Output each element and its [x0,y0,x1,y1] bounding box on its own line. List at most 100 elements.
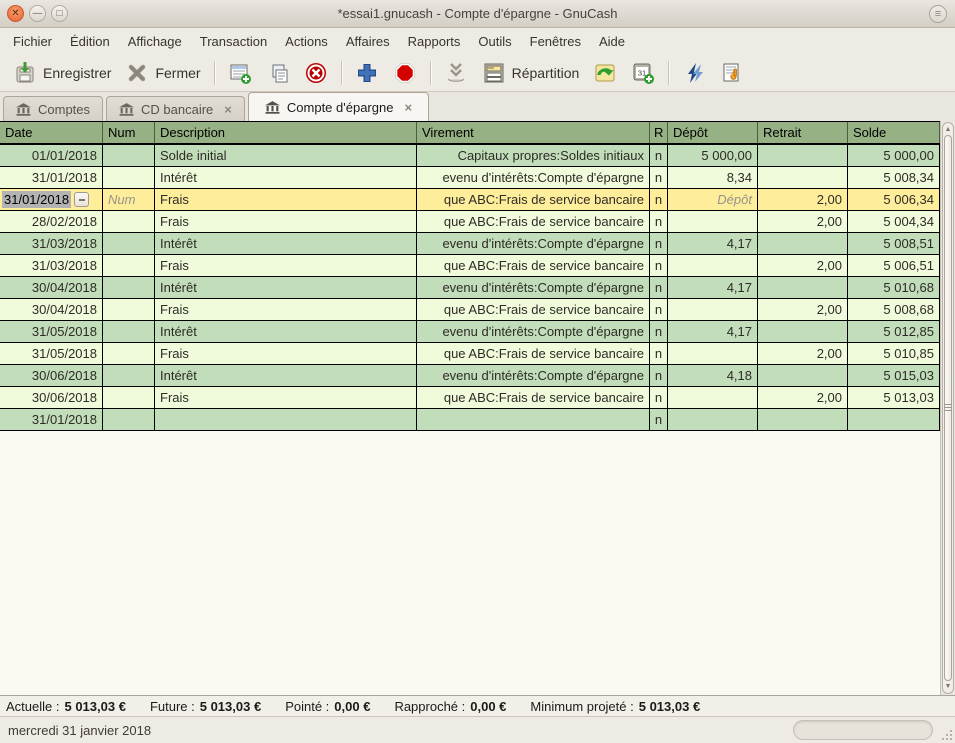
date-picker-button[interactable] [74,192,89,207]
cell-description[interactable]: Solde initial [155,145,417,166]
table-row-selected[interactable]: 31/01/2018 Num Frais que ABC:Frais de se… [0,189,940,211]
cell-virement[interactable]: evenu d'intérêts:Compte d'épargne [417,167,650,188]
cell-reconcile[interactable]: n [650,365,668,386]
schedule-button[interactable]: 31 [626,58,660,88]
table-row[interactable]: 31/03/2018 Intérêt evenu d'intérêts:Comp… [0,233,940,255]
cell-num[interactable] [103,145,155,166]
cell-retrait[interactable] [758,167,848,188]
cell-virement[interactable]: que ABC:Frais de service bancaire [417,343,650,364]
cell-retrait[interactable]: 2,00 [758,343,848,364]
date-edit-value[interactable]: 31/01/2018 [2,191,71,208]
cell-retrait[interactable]: 2,00 [758,299,848,320]
tab-close-icon[interactable]: × [224,102,232,117]
tab-close-icon[interactable]: × [404,100,412,115]
table-row-blank[interactable]: 31/01/2018 n [0,409,940,431]
tab-comptes[interactable]: Comptes [3,96,103,121]
cell-date[interactable]: 01/01/2018 [0,145,103,166]
cell-description[interactable] [155,409,417,430]
cell-retrait[interactable] [758,277,848,298]
cell-reconcile[interactable]: n [650,387,668,408]
menu-fichier[interactable]: Fichier [4,30,61,53]
cell-depot[interactable]: 4,17 [668,277,758,298]
cell-num[interactable] [103,409,155,430]
cell-num[interactable] [103,277,155,298]
cell-date[interactable]: 30/06/2018 [0,387,103,408]
cell-depot[interactable] [668,409,758,430]
cell-num[interactable] [103,255,155,276]
cell-solde[interactable]: 5 013,03 [848,387,940,408]
cell-reconcile[interactable]: n [650,211,668,232]
cell-reconcile[interactable]: n [650,189,668,210]
cell-virement[interactable]: que ABC:Frais de service bancaire [417,211,650,232]
cell-reconcile[interactable]: n [650,167,668,188]
menu-affichage[interactable]: Affichage [119,30,191,53]
cell-virement[interactable]: Capitaux propres:Soldes initiaux [417,145,650,166]
titlebar[interactable]: ✕ — □ *essai1.gnucash - Compte d'épargne… [0,0,955,28]
close-tab-button[interactable]: Fermer [120,58,205,88]
cell-virement[interactable]: evenu d'intérêts:Compte d'épargne [417,233,650,254]
cell-solde[interactable]: 5 006,34 [848,189,940,210]
cell-depot[interactable] [668,255,758,276]
table-row[interactable]: 31/05/2018 Intérêt evenu d'intérêts:Comp… [0,321,940,343]
cell-solde[interactable] [848,409,940,430]
cell-reconcile[interactable]: n [650,277,668,298]
table-row[interactable]: 28/02/2018 Frais que ABC:Frais de servic… [0,211,940,233]
cell-depot[interactable]: 8,34 [668,167,758,188]
cell-solde[interactable]: 5 010,85 [848,343,940,364]
cell-reconcile[interactable]: n [650,145,668,166]
col-header-retrait[interactable]: Retrait [758,122,848,143]
cell-date[interactable]: 31/03/2018 [0,233,103,254]
cell-retrait[interactable]: 2,00 [758,189,848,210]
menu-aide[interactable]: Aide [590,30,634,53]
cell-virement[interactable]: que ABC:Frais de service bancaire [417,299,650,320]
cell-retrait[interactable] [758,321,848,342]
cell-date[interactable]: 31/01/2018 [0,167,103,188]
blotter-button[interactable] [715,58,749,88]
cell-description[interactable]: Intérêt [155,277,417,298]
cell-date[interactable]: 31/05/2018 [0,321,103,342]
cell-depot[interactable] [668,299,758,320]
cell-solde[interactable]: 5 000,00 [848,145,940,166]
cell-reconcile[interactable]: n [650,343,668,364]
window-minimize-button[interactable]: — [29,5,46,22]
cell-description[interactable]: Intérêt [155,365,417,386]
table-row[interactable]: 30/04/2018 Frais que ABC:Frais de servic… [0,299,940,321]
cell-description[interactable]: Intérêt [155,233,417,254]
cell-solde[interactable]: 5 008,34 [848,167,940,188]
cell-depot[interactable] [668,343,758,364]
cell-num[interactable] [103,211,155,232]
cell-description[interactable]: Frais [155,189,417,210]
depot-edit-cell[interactable]: Dépôt [668,189,758,210]
menu-edition[interactable]: Édition [61,30,119,53]
cell-virement[interactable] [417,409,650,430]
cell-date[interactable]: 31/03/2018 [0,255,103,276]
duplicate-transaction-button[interactable] [261,58,295,88]
menu-outils[interactable]: Outils [469,30,520,53]
cell-reconcile[interactable]: n [650,255,668,276]
menu-fenetres[interactable]: Fenêtres [521,30,590,53]
cell-description[interactable]: Intérêt [155,321,417,342]
cell-virement[interactable]: evenu d'intérêts:Compte d'épargne [417,321,650,342]
col-header-solde[interactable]: Solde [848,122,940,143]
scrollbar-thumb[interactable] [944,135,952,681]
cell-retrait[interactable]: 2,00 [758,387,848,408]
cell-virement[interactable]: evenu d'intérêts:Compte d'épargne [417,277,650,298]
tab-cd-bancaire[interactable]: CD bancaire × [106,96,245,121]
table-row[interactable]: 01/01/2018 Solde initial Capitaux propre… [0,145,940,167]
cell-date[interactable]: 31/01/2018 [0,409,103,430]
new-transaction-button[interactable] [223,58,257,88]
cell-num[interactable] [103,321,155,342]
cell-description[interactable]: Frais [155,211,417,232]
cell-date[interactable]: 30/06/2018 [0,365,103,386]
cell-num[interactable] [103,299,155,320]
cell-description[interactable]: Frais [155,299,417,320]
cell-virement[interactable]: que ABC:Frais de service bancaire [417,255,650,276]
menu-affaires[interactable]: Affaires [337,30,399,53]
table-row[interactable]: 31/01/2018 Intérêt evenu d'intérêts:Comp… [0,167,940,189]
cell-reconcile[interactable]: n [650,233,668,254]
cell-num[interactable] [103,233,155,254]
cell-virement[interactable]: que ABC:Frais de service bancaire [417,387,650,408]
cell-description[interactable]: Frais [155,255,417,276]
cell-virement[interactable]: evenu d'intérêts:Compte d'épargne [417,365,650,386]
cell-solde[interactable]: 5 008,51 [848,233,940,254]
